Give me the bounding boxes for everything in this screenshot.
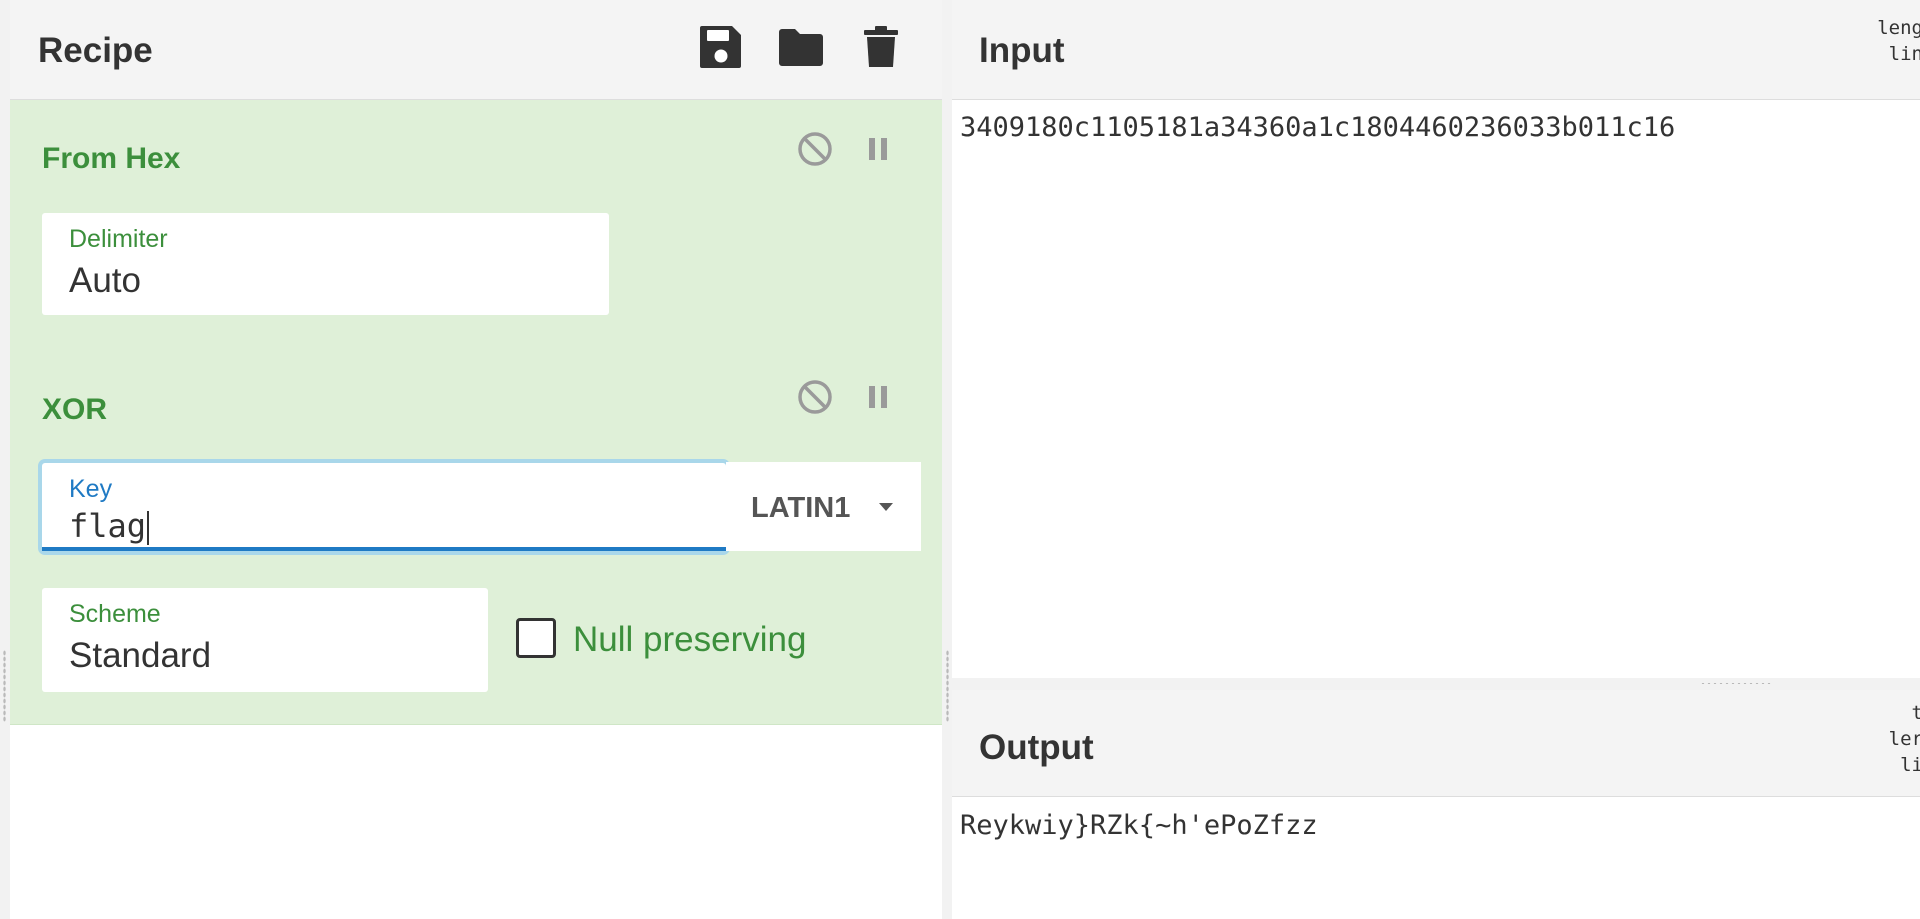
input-stat-lines: lin (1888, 43, 1920, 65)
key-text: flag (69, 507, 147, 545)
input-stats: leng lin (1877, 15, 1920, 67)
operation-xor[interactable]: XOR Key flag LATIN1 Scheme Standard Null… (10, 352, 942, 725)
disable-icon[interactable] (795, 377, 835, 417)
splitter-grip[interactable] (946, 650, 949, 722)
disable-icon[interactable] (795, 129, 835, 169)
horizontal-splitter[interactable] (952, 678, 1920, 690)
key-encoding-value: LATIN1 (751, 492, 851, 524)
output-header: Output t ler li (952, 690, 1920, 797)
delimiter-value: Auto (69, 261, 141, 300)
recipe-header: Recipe (10, 0, 942, 100)
operation-title: XOR (42, 393, 108, 426)
recipe-title: Recipe (38, 31, 153, 70)
input-textarea[interactable]: 3409180c1105181a34360a1c1804460236033b01… (960, 112, 1675, 143)
scheme-label: Scheme (69, 600, 161, 628)
key-value[interactable]: flag (69, 507, 150, 545)
output-stats: t ler li (1889, 700, 1920, 778)
text-cursor (147, 511, 150, 545)
null-preserving-label[interactable]: Null preserving (573, 620, 806, 660)
null-preserving-checkbox[interactable] (516, 618, 556, 658)
save-icon[interactable] (696, 22, 746, 72)
chevron-down-icon (879, 503, 893, 511)
operation-from-hex[interactable]: From Hex Delimiter Auto (10, 100, 942, 353)
scheme-value: Standard (69, 636, 212, 675)
output-stat-time: t (1911, 702, 1920, 724)
output-title: Output (979, 728, 1094, 767)
pause-icon[interactable] (858, 377, 898, 417)
folder-icon[interactable] (776, 22, 826, 72)
scheme-field[interactable]: Scheme Standard (42, 588, 488, 692)
vertical-splitter[interactable] (942, 0, 952, 919)
input-pane: Input leng lin 3409180c1105181a34360a1c1… (952, 0, 1920, 678)
left-gutter (0, 0, 10, 919)
operation-title: From Hex (42, 142, 181, 175)
output-stat-lines: li (1900, 754, 1920, 776)
output-stat-length: ler (1888, 728, 1920, 750)
recipe-pane: Recipe From Hex Delimiter Auto XOR Key f… (10, 0, 942, 919)
delimiter-label: Delimiter (69, 225, 168, 253)
key-label: Key (69, 475, 113, 503)
splitter-grip[interactable] (1700, 682, 1772, 686)
pause-icon[interactable] (858, 129, 898, 169)
key-encoding-dropdown[interactable]: LATIN1 (726, 462, 921, 551)
delimiter-field[interactable]: Delimiter Auto (42, 213, 609, 315)
input-title: Input (979, 31, 1065, 70)
key-input[interactable]: Key flag (42, 463, 726, 551)
input-stat-length: leng (1877, 17, 1920, 39)
output-textarea[interactable]: Reykwiy}RZk{~h'ePoZfzz (960, 810, 1318, 841)
output-pane: Output t ler li Reykwiy}RZk{~h'ePoZfzz (952, 690, 1920, 919)
resize-handle[interactable] (3, 650, 6, 722)
input-header: Input leng lin (952, 0, 1920, 100)
trash-icon[interactable] (856, 22, 906, 72)
focus-underline (42, 547, 726, 551)
